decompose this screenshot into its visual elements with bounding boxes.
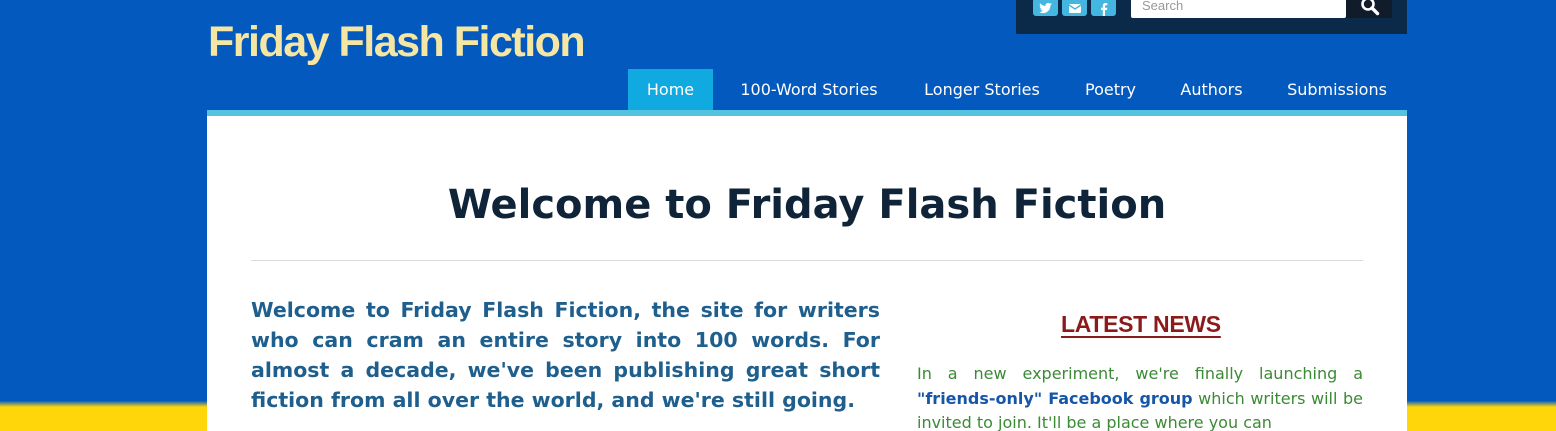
news-text: In a new experiment, we're finally launc…: [917, 362, 1363, 431]
facebook-icon[interactable]: [1091, 0, 1116, 16]
facebook-group-link[interactable]: "friends-only" Facebook group: [917, 389, 1193, 408]
divider: [251, 260, 1363, 261]
site-title[interactable]: Friday Flash Fiction: [208, 18, 586, 67]
latest-news-heading: LATEST NEWS: [1061, 311, 1221, 337]
nav-poetry[interactable]: Poetry: [1066, 69, 1155, 110]
nav-home[interactable]: Home: [628, 69, 713, 110]
twitter-icon[interactable]: [1033, 0, 1058, 16]
nav-100-word-stories[interactable]: 100-Word Stories: [720, 69, 898, 110]
email-icon[interactable]: [1062, 0, 1087, 16]
main-content: Welcome to Friday Flash Fiction Welcome …: [207, 110, 1407, 431]
nav-submissions[interactable]: Submissions: [1268, 69, 1406, 110]
page-title: Welcome to Friday Flash Fiction: [447, 182, 1167, 228]
nav-authors[interactable]: Authors: [1165, 69, 1258, 110]
nav-longer-stories[interactable]: Longer Stories: [908, 69, 1056, 110]
news-text-before: In a new experiment, we're finally launc…: [917, 364, 1363, 383]
intro-text: Welcome to Friday Flash Fiction, the sit…: [251, 298, 880, 412]
search-button[interactable]: [1346, 0, 1392, 18]
search-input[interactable]: Search: [1131, 0, 1346, 18]
search-icon: [1361, 0, 1380, 16]
